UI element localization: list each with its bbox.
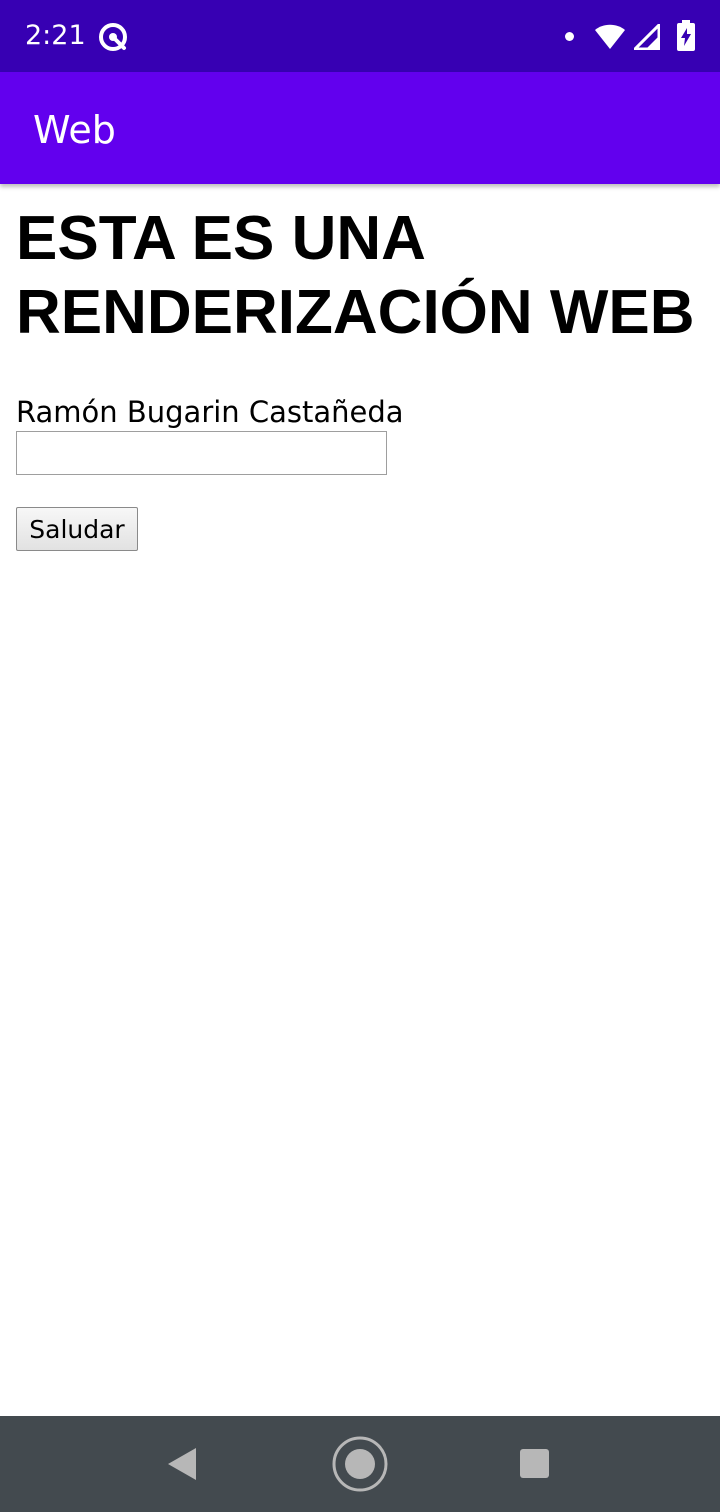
app-notification-icon <box>99 23 127 51</box>
status-bar: 2:21 <box>0 0 720 72</box>
back-icon[interactable] <box>166 1446 198 1482</box>
home-icon[interactable] <box>331 1435 389 1493</box>
wifi-icon <box>595 24 625 49</box>
battery-charging-icon <box>677 20 695 51</box>
notification-dot-icon <box>565 32 574 41</box>
cell-signal-icon <box>634 24 660 50</box>
page-heading: ESTA ES UNA RENDERIZACIÓN WEB <box>16 204 695 347</box>
web-view: ESTA ES UNA RENDERIZACIÓN WEB Ramón Buga… <box>0 184 720 1416</box>
app-title: Web <box>33 108 116 152</box>
status-time: 2:21 <box>25 20 86 51</box>
name-input[interactable] <box>16 431 387 475</box>
greet-button[interactable]: Saludar <box>16 507 138 551</box>
name-label: Ramón Bugarin Castañeda <box>16 395 404 429</box>
recents-icon[interactable] <box>519 1448 550 1479</box>
app-bar: Web <box>0 72 720 184</box>
navigation-bar <box>0 1416 720 1512</box>
phone-screen: 2:21 Web ESTA ES UNA RENDERIZACIÓN WEB R… <box>0 0 720 1512</box>
